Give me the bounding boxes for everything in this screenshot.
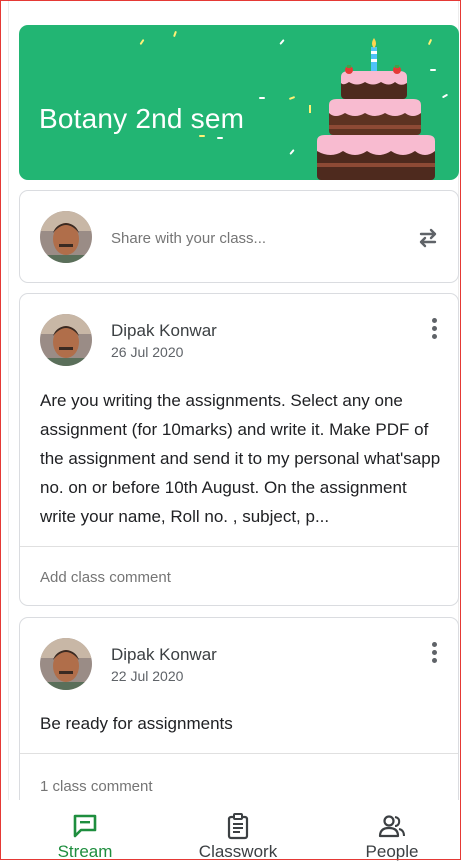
confetti <box>199 135 205 137</box>
nav-stream-label: Stream <box>57 842 113 861</box>
confetti <box>279 39 285 45</box>
classwork-clipboard-icon <box>227 813 249 840</box>
divider <box>20 546 458 547</box>
confetti <box>173 30 177 38</box>
bottom-navigation: Stream Classwork People <box>0 800 463 862</box>
share-card[interactable]: Share with your class... <box>19 190 459 283</box>
post-date: 22 Jul 2020 <box>111 668 184 684</box>
class-title: Botany 2nd sem <box>39 103 245 134</box>
people-icon <box>378 815 405 838</box>
more-options-icon[interactable] <box>432 642 438 666</box>
nav-people-label: People <box>365 842 419 861</box>
post-body: Are you writing the assignments. Select … <box>40 391 441 526</box>
divider <box>20 753 458 754</box>
class-banner[interactable]: Botany 2nd sem <box>19 25 459 180</box>
confetti <box>289 149 295 155</box>
add-comment-field[interactable]: Add class comment <box>40 569 171 586</box>
stream-icon <box>73 814 97 838</box>
user-avatar-icon <box>40 314 92 366</box>
class-comments-link[interactable]: 1 class comment <box>40 778 153 795</box>
nav-stream[interactable]: Stream <box>25 800 145 862</box>
nav-classwork-label: Classwork <box>198 842 278 861</box>
repost-icon[interactable] <box>414 224 442 252</box>
user-avatar-icon <box>40 638 92 690</box>
post-card[interactable]: Dipak Konwar 22 Jul 2020 Be ready for as… <box>19 617 459 817</box>
post-date: 26 Jul 2020 <box>111 344 184 360</box>
share-input[interactable]: Share with your class... <box>111 230 266 247</box>
avatar <box>40 314 92 366</box>
confetti <box>259 97 265 99</box>
post-author: Dipak Konwar <box>111 321 217 340</box>
post-author: Dipak Konwar <box>111 645 217 664</box>
cake-illustration <box>309 38 435 180</box>
more-options-icon[interactable] <box>432 318 438 342</box>
post-card[interactable]: Dipak Konwar 26 Jul 2020 Are you writing… <box>19 293 459 606</box>
nav-classwork[interactable]: Classwork <box>178 800 298 862</box>
confetti <box>139 38 145 46</box>
avatar <box>40 638 92 690</box>
user-avatar-icon <box>40 211 92 263</box>
nav-people[interactable]: People <box>332 800 452 862</box>
edge-divider <box>8 0 9 800</box>
confetti <box>288 96 296 100</box>
confetti <box>217 137 223 139</box>
avatar <box>40 211 92 263</box>
post-body: Be ready for assignments <box>40 714 233 733</box>
